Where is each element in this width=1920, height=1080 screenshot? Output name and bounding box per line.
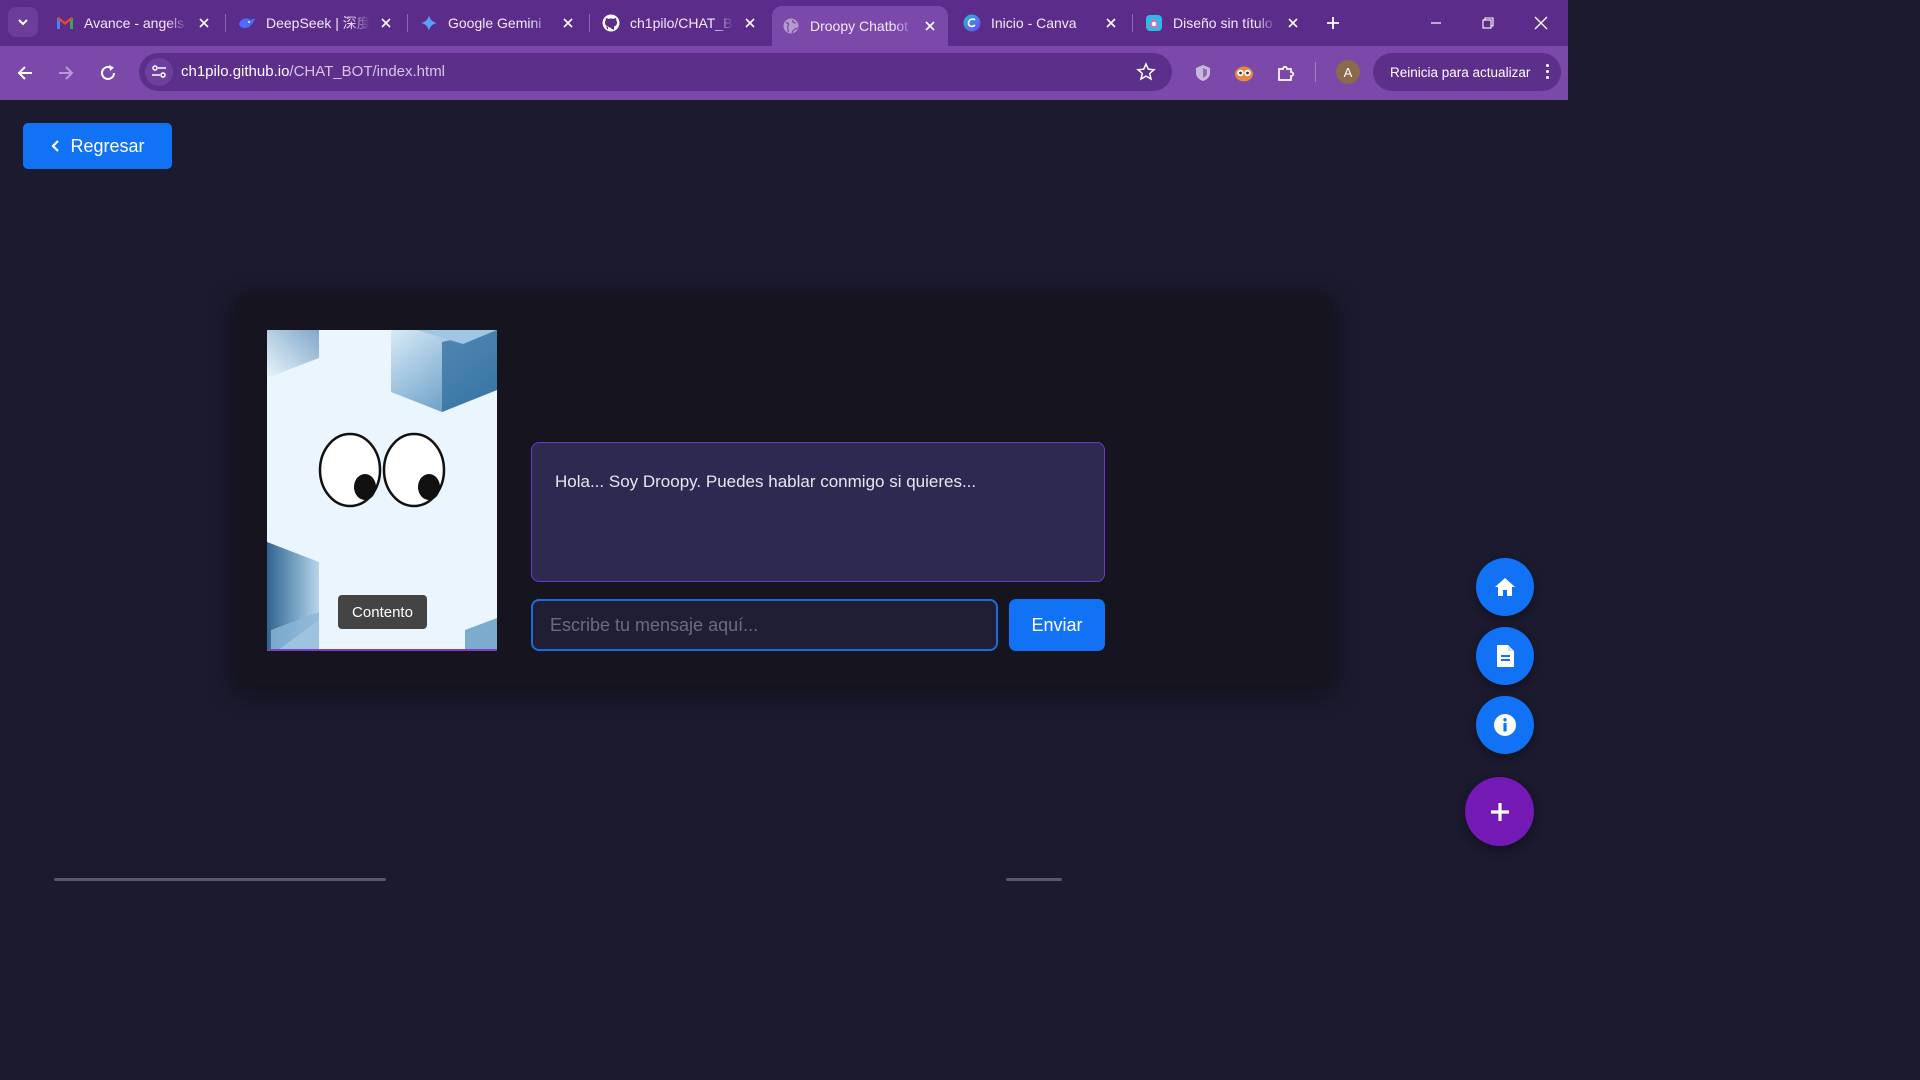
globe-icon bbox=[782, 17, 800, 35]
close-window-button[interactable] bbox=[1515, 0, 1567, 46]
back-nav-button[interactable] bbox=[10, 58, 40, 88]
tune-icon bbox=[152, 65, 166, 78]
tab-github[interactable]: ch1pilo/CHAT_BOT bbox=[592, 5, 768, 40]
reload-icon bbox=[101, 65, 115, 80]
close-icon[interactable] bbox=[742, 15, 758, 31]
tab-deepseek[interactable]: DeepSeek | 深度求索 bbox=[228, 5, 404, 40]
tab-canva[interactable]: Inicio - Canva bbox=[953, 5, 1129, 40]
mood-label: Contento bbox=[338, 595, 427, 629]
tab-separator bbox=[225, 14, 226, 32]
bot-message: Hola... Soy Droopy. Puedes hablar conmig… bbox=[555, 472, 977, 491]
tab-title: Avance - angels bbox=[84, 14, 185, 31]
extension-owl-button[interactable] bbox=[1231, 60, 1257, 86]
tab-title: DeepSeek | 深度求索 bbox=[266, 14, 370, 31]
forward-nav-button[interactable] bbox=[51, 58, 81, 88]
gemini-icon bbox=[420, 14, 438, 32]
info-button[interactable] bbox=[1476, 696, 1534, 754]
close-icon[interactable] bbox=[922, 18, 938, 34]
arrow-right-icon bbox=[59, 66, 74, 80]
document-icon bbox=[1497, 645, 1514, 667]
update-browser-button[interactable]: Reinicia para actualizar bbox=[1373, 53, 1561, 91]
home-button[interactable] bbox=[1476, 558, 1534, 616]
restore-icon bbox=[1482, 17, 1494, 29]
url-path: /CHAT_BOT/index.html bbox=[289, 63, 446, 80]
tab-title: Droopy Chatbot bbox=[810, 18, 909, 34]
chevron-left-icon bbox=[51, 140, 60, 152]
tab-title: Diseño sin título bbox=[1173, 14, 1273, 31]
tab-search-button[interactable] bbox=[8, 7, 38, 37]
toolbar-divider bbox=[1315, 62, 1316, 82]
scrollbar-thumb[interactable] bbox=[1006, 878, 1062, 881]
tab-separator bbox=[1132, 14, 1133, 32]
close-icon[interactable] bbox=[1285, 15, 1301, 31]
document-button[interactable] bbox=[1476, 627, 1534, 685]
tab-gmail[interactable]: Avance - angels bbox=[46, 5, 222, 40]
tab-gemini[interactable]: Google Gemini bbox=[410, 5, 586, 40]
update-label: Reinicia para actualizar bbox=[1390, 64, 1531, 80]
info-icon bbox=[1494, 714, 1516, 736]
send-button[interactable]: Enviar bbox=[1009, 599, 1105, 651]
close-icon[interactable] bbox=[196, 15, 212, 31]
url-host: ch1pilo.github.io bbox=[181, 63, 290, 80]
close-icon[interactable] bbox=[378, 15, 394, 31]
tab-strip: Avance - angels DeepSeek | 深度求索 Google G… bbox=[0, 0, 1568, 46]
tab-droopy-chatbot[interactable]: Droopy Chatbot bbox=[772, 6, 948, 46]
chat-history: Hola... Soy Droopy. Puedes hablar conmig… bbox=[531, 442, 1105, 582]
message-input[interactable] bbox=[531, 599, 998, 651]
github-icon bbox=[602, 14, 620, 32]
home-icon bbox=[1495, 578, 1515, 596]
canva-design-icon bbox=[1145, 14, 1163, 32]
tab-canva-design[interactable]: Diseño sin título bbox=[1135, 5, 1311, 40]
address-bar[interactable]: ch1pilo.github.io/CHAT_BOT/index.html bbox=[139, 53, 1172, 91]
close-icon[interactable] bbox=[560, 15, 576, 31]
profile-avatar[interactable]: A bbox=[1336, 60, 1360, 84]
reload-button[interactable] bbox=[93, 58, 123, 88]
bookmark-button[interactable] bbox=[1136, 62, 1156, 87]
tab-title: ch1pilo/CHAT_BOT bbox=[630, 14, 734, 31]
horizontal-scrollbar[interactable] bbox=[54, 878, 386, 881]
star-icon bbox=[1136, 62, 1156, 81]
add-menu-button[interactable] bbox=[1465, 777, 1534, 846]
extensions-button[interactable] bbox=[1273, 60, 1299, 86]
canva-icon bbox=[963, 14, 981, 32]
minimize-button[interactable] bbox=[1410, 0, 1462, 46]
restore-button[interactable] bbox=[1462, 0, 1514, 46]
arrow-left-icon bbox=[17, 66, 32, 80]
back-label: Regresar bbox=[70, 135, 145, 156]
site-info-button[interactable] bbox=[145, 58, 173, 86]
gmail-icon bbox=[56, 14, 74, 32]
plus-icon bbox=[1327, 16, 1339, 29]
tab-title: Google Gemini bbox=[448, 14, 542, 31]
extension-shield-button[interactable] bbox=[1190, 60, 1216, 86]
owl-icon bbox=[1235, 66, 1253, 82]
shield-icon bbox=[1196, 65, 1210, 81]
deepseek-icon bbox=[238, 14, 256, 32]
close-icon[interactable] bbox=[1103, 15, 1119, 31]
new-tab-button[interactable] bbox=[1318, 5, 1348, 40]
puzzle-icon bbox=[1278, 65, 1295, 81]
url-text: ch1pilo.github.io/CHAT_BOT/index.html bbox=[181, 63, 445, 80]
chevron-down-icon bbox=[18, 19, 28, 26]
more-menu-icon bbox=[1546, 64, 1549, 79]
tab-separator bbox=[407, 14, 408, 32]
tab-title: Inicio - Canva bbox=[991, 14, 1077, 31]
minimize-icon bbox=[1431, 22, 1441, 24]
back-button[interactable]: Regresar bbox=[23, 123, 172, 169]
browser-toolbar: ch1pilo.github.io/CHAT_BOT/index.html bbox=[0, 46, 1568, 100]
plus-icon bbox=[1490, 802, 1509, 821]
close-icon bbox=[1534, 16, 1548, 30]
tab-separator bbox=[589, 14, 590, 32]
